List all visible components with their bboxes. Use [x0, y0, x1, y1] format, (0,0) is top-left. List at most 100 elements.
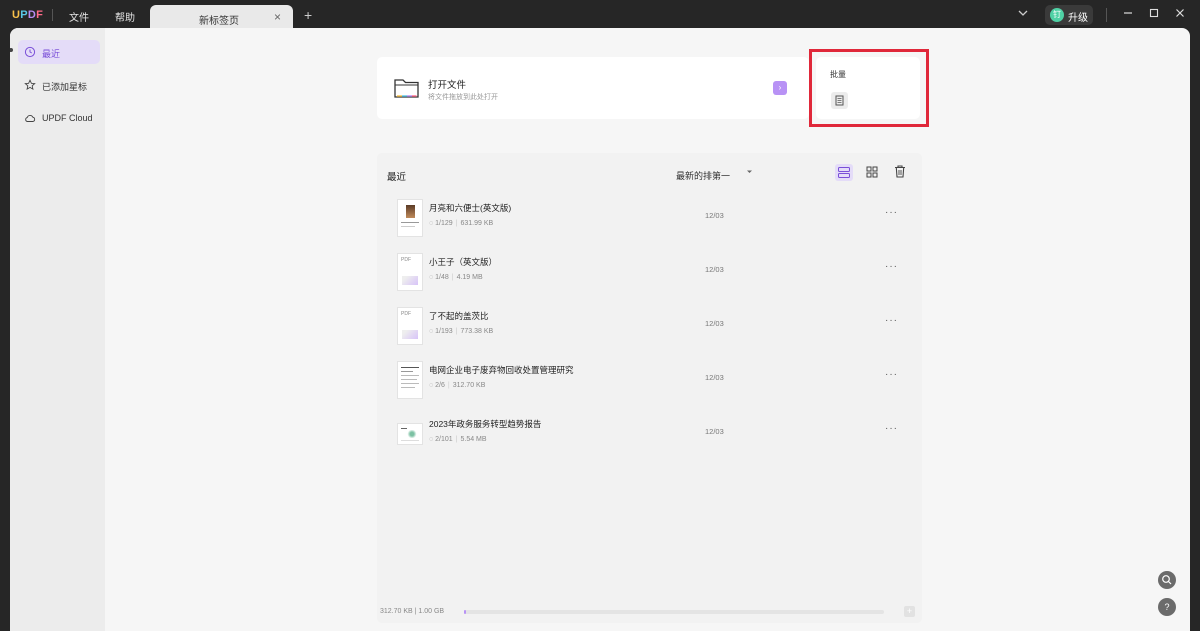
table-row[interactable]: 月亮和六便士(英文版) ◌ 1/129 | 631.99 KB 12/03 ··· — [387, 199, 912, 245]
search-button[interactable] — [1158, 571, 1176, 589]
file-pages: 2/101 — [435, 436, 453, 443]
trash-button[interactable] — [893, 164, 907, 179]
storage-progress-bar — [464, 610, 884, 614]
upgrade-label: 升级 — [1068, 13, 1088, 24]
thumb-text-line — [401, 387, 415, 388]
file-meta: ◌ 1/48 | 4.19 MB — [429, 274, 483, 281]
file-date: 12/03 — [705, 427, 724, 436]
file-meta: ◌ 2/101 | 5.54 MB — [429, 436, 487, 443]
file-date: 12/03 — [705, 265, 724, 274]
close-icon[interactable] — [1175, 7, 1185, 21]
main-window: 最近 已添加星标 UPDF Cloud 打开文件 将文件拖放到此处打开 › 批量 — [10, 28, 1190, 631]
table-row[interactable]: PDF 了不起的盖茨比 ◌ 1/193 | 773.38 KB 12/03 ··· — [387, 307, 912, 353]
file-date: 12/03 — [705, 211, 724, 220]
active-indicator-dot — [10, 48, 13, 52]
sidebar-item-cloud[interactable]: UPDF Cloud — [18, 106, 100, 130]
sort-chevron-icon[interactable] — [746, 168, 753, 177]
pages-icon: ◌ — [429, 220, 434, 227]
open-file-card[interactable]: 打开文件 将文件拖放到此处打开 › — [377, 57, 809, 119]
folder-icon — [394, 79, 419, 98]
file-name: 小王子（英文版） — [429, 257, 498, 267]
file-date: 12/03 — [705, 373, 724, 382]
open-file-subtitle: 将文件拖放到此处打开 — [428, 94, 498, 101]
pages-icon: ◌ — [429, 274, 434, 281]
grid-view-button[interactable] — [865, 165, 879, 179]
sort-dropdown[interactable]: 最新的排第一 — [676, 169, 730, 182]
upgrade-button[interactable]: 钉 升级 — [1045, 5, 1093, 25]
thumb-text-line — [401, 379, 417, 380]
sidebar-item-recent[interactable]: 最近 — [18, 40, 100, 64]
file-pages: 1/48 — [435, 274, 449, 281]
cloud-icon — [25, 115, 36, 122]
storage-progress-fill — [464, 610, 467, 614]
upgrade-badge-icon: 钉 — [1050, 8, 1064, 22]
file-pages: 2/6 — [435, 382, 445, 389]
grid-view-icon — [866, 166, 878, 178]
updf-logo[interactable]: UPDF — [12, 9, 43, 21]
file-date: 12/03 — [705, 319, 724, 328]
title-bar: UPDF 文件 帮助 新标签页 × + 钉 升级 — [0, 0, 1200, 30]
list-view-button[interactable] — [835, 164, 853, 181]
recent-files-panel: 最近 最新的排第一 月亮和六便士(英文版) ◌ 1/129 | 631.99 K… — [377, 153, 922, 623]
file-size: 631.99 KB — [460, 220, 494, 227]
file-size: 312.70 KB — [452, 382, 486, 389]
search-icon — [1162, 575, 1172, 585]
book-cover-image — [406, 205, 415, 218]
file-thumbnail — [397, 199, 423, 237]
report-cover-graphic — [407, 430, 417, 438]
thumb-text-line — [401, 440, 419, 441]
thumb-text-line — [401, 222, 419, 223]
table-row[interactable]: 2023年政务服务转型趋势报告 ◌ 2/101 | 5.54 MB 12/03 ··… — [387, 415, 912, 461]
more-options-button[interactable]: ··· — [885, 261, 898, 272]
tab-close-icon[interactable]: × — [274, 10, 281, 24]
pages-icon: ◌ — [429, 382, 434, 389]
file-pages: 1/193 — [435, 328, 453, 335]
file-meta: ◌ 1/193 | 773.38 KB — [429, 328, 494, 335]
storage-usage-text: 312.70 KB | 1.00 GB — [380, 608, 445, 615]
file-size: 773.38 KB — [460, 328, 494, 335]
file-name: 了不起的盖茨比 — [429, 311, 489, 321]
sidebar-item-starred[interactable]: 已添加星标 — [18, 73, 100, 97]
table-row[interactable]: 电网企业电子废弃物回收处置管理研究 ◌ 2/6 | 312.70 KB 12/03 … — [387, 361, 912, 407]
trash-icon — [895, 165, 905, 178]
add-tab-button[interactable]: + — [304, 7, 312, 23]
file-name: 2023年政务服务转型趋势报告 — [429, 419, 542, 429]
tab-new-tab[interactable]: 新标签页 × — [150, 5, 293, 30]
open-file-arrow-button[interactable]: › — [773, 81, 787, 95]
file-meta: ◌ 2/6 | 312.70 KB — [429, 382, 486, 389]
more-options-button[interactable]: ··· — [885, 423, 898, 434]
thumb-pdf-label: PDF — [401, 257, 411, 263]
chevron-down-icon[interactable] — [1018, 8, 1028, 20]
highlight-box — [809, 49, 929, 127]
more-options-button[interactable]: ··· — [885, 315, 898, 326]
pdf-placeholder-icon — [402, 276, 418, 285]
more-options-button[interactable]: ··· — [885, 369, 898, 380]
file-thumbnail — [397, 423, 423, 445]
file-thumbnail — [397, 361, 423, 399]
title-bar-divider — [52, 9, 53, 21]
file-thumbnail: PDF — [397, 253, 423, 291]
menu-help[interactable]: 帮助 — [115, 9, 135, 24]
recent-title: 最近 — [387, 172, 407, 183]
menu-file[interactable]: 文件 — [69, 9, 89, 24]
thumb-text-line — [401, 428, 407, 429]
open-file-title: 打开文件 — [428, 80, 467, 91]
table-row[interactable]: PDF 小王子（英文版） ◌ 1/48 | 4.19 MB 12/03 ··· — [387, 253, 912, 299]
pdf-placeholder-icon — [402, 330, 418, 339]
thumb-text-line — [401, 375, 419, 376]
clock-icon — [24, 46, 36, 58]
thumb-text-line — [401, 371, 413, 372]
list-view-icon — [838, 167, 850, 178]
maximize-icon[interactable] — [1149, 7, 1159, 21]
file-name: 月亮和六便士(英文版) — [429, 203, 512, 213]
help-button[interactable]: ? — [1158, 598, 1176, 616]
pages-icon: ◌ — [429, 328, 434, 335]
more-options-button[interactable]: ··· — [885, 207, 898, 218]
minimize-icon[interactable] — [1123, 7, 1133, 21]
sidebar: 最近 已添加星标 UPDF Cloud — [10, 28, 105, 631]
file-meta: ◌ 1/129 | 631.99 KB — [429, 220, 494, 227]
file-pages: 1/129 — [435, 220, 453, 227]
add-storage-button[interactable]: + — [904, 606, 915, 617]
title-bar-divider — [1106, 8, 1107, 22]
thumb-text-line — [401, 367, 419, 368]
